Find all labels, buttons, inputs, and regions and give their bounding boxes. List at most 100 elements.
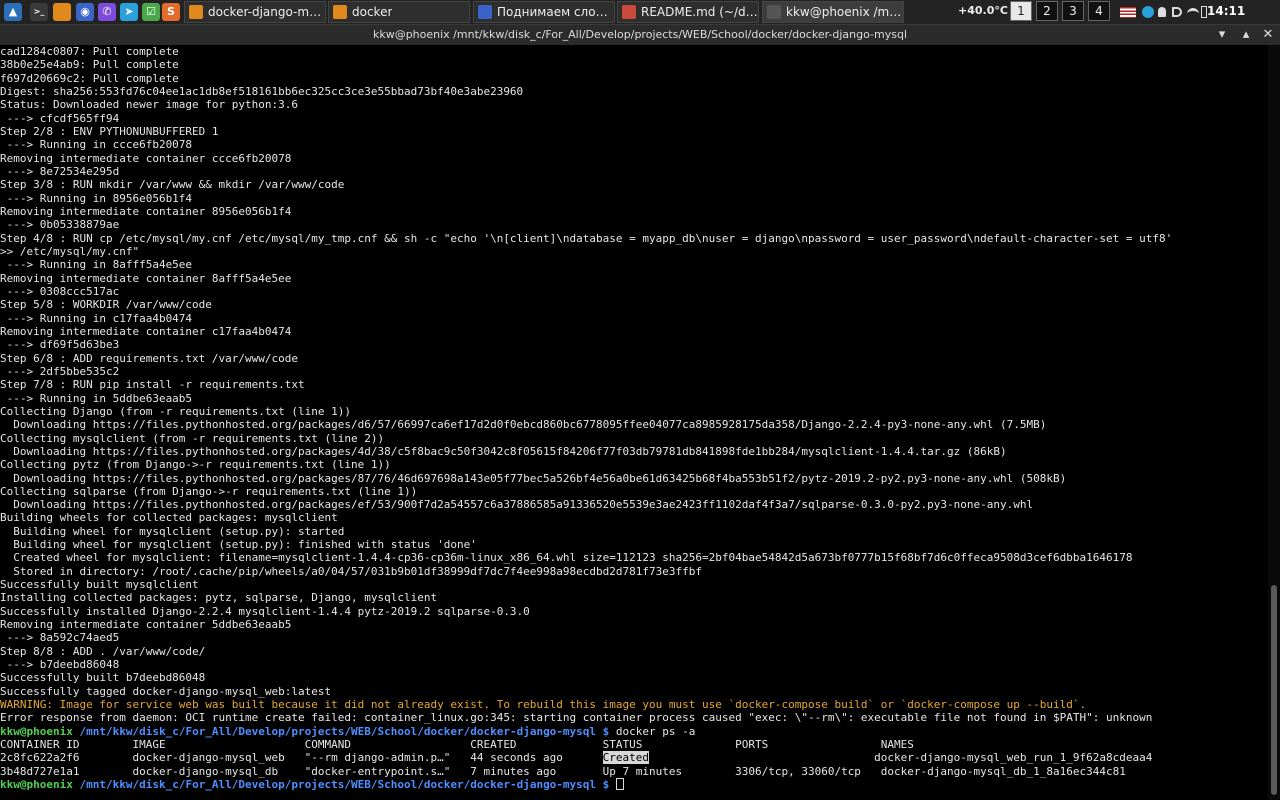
workspace-3[interactable]: 3 [1062,1,1084,21]
prompt-user: kkw@phoenix [0,724,73,738]
workspace-1[interactable]: 1 [1010,1,1032,21]
folder-icon [333,5,347,19]
terminal-output[interactable]: cad1284c0807: Pull complete 38b0e25e4ab9:… [0,45,1268,800]
terminal-line: Step 6/8 : ADD requirements.txt /var/www… [0,352,1268,365]
table-cell-text: docker-django-mysql_web_run_1_9f62a8cdea… [649,751,1153,765]
output-text: ---> cfcdf565ff94 [0,111,120,125]
output-text: ---> 2df5bbe535c2 [0,364,120,378]
output-text: Collecting mysqlclient (from -r requirem… [0,431,385,445]
output-text: Step 6/8 : ADD requirements.txt /var/www… [0,351,299,365]
taskbar-button[interactable]: docker-django-mysql [184,1,326,23]
terminal-line: ---> 2df5bbe535c2 [0,365,1268,378]
terminal-line: Downloading https://files.pythonhosted.o… [0,472,1268,485]
taskbar-button[interactable]: docker [328,1,470,23]
terminal-line: Status: Downloaded newer image for pytho… [0,98,1268,111]
output-text: ---> 0b05338879ae [0,218,120,232]
taskbar-button[interactable]: Поднимаем сложн... [473,1,615,23]
output-text: Downloading https://files.pythonhosted.o… [0,444,1007,458]
taskbar-button-label: docker [352,5,393,19]
terminal-line: ---> Running in ccce6fb20078 [0,138,1268,151]
terminal-line: Step 4/8 : RUN cp /etc/mysql/my.cnf /etc… [0,232,1268,245]
taskbar-button[interactable]: README.md (~/deve... [617,1,759,23]
terminal-line: Removing intermediate container c17faa4b… [0,325,1268,338]
terminal-line: Created wheel for mysqlclient: filename=… [0,551,1268,564]
terminal-line: Step 3/8 : RUN mkdir /var/www && mkdir /… [0,178,1268,191]
output-text: 3b48d727e1a1 docker-django-mysql_db "doc… [0,764,1126,778]
terminal-line: Step 7/8 : RUN pip install -r requiremen… [0,378,1268,391]
output-text: ---> Running in 8afff5a4e5ee [0,258,193,272]
terminal-text: cad1284c0807: Pull complete 38b0e25e4ab9:… [0,45,1268,791]
output-text: Building wheel for mysqlclient (setup.py… [0,538,477,552]
terminal-icon[interactable]: >_ [30,3,48,21]
output-text: Created wheel for mysqlclient: filename=… [0,551,1133,565]
prompt-path: /mnt/kkw/disk_c/For_All/Develop/projects… [79,724,610,738]
us-flag-icon[interactable] [1120,7,1136,18]
taskbar-button[interactable]: kkw@phoenix /mnt/k... [762,1,904,23]
prompt-user: kkw@phoenix [0,778,73,792]
clock[interactable]: 14:11 [1207,4,1245,18]
output-text: Collecting Django (from -r requirements.… [0,404,351,418]
terminal-line: Installing collected packages: pytz, sql… [0,591,1268,604]
output-text: Downloading https://files.pythonhosted.o… [0,498,1034,512]
output-text: 38b0e25e4ab9: Pull complete [0,58,179,72]
output-text: Step 8/8 : ADD . /var/www/code/ [0,644,206,658]
volume-icon[interactable] [1172,7,1182,17]
user-icon[interactable] [1158,7,1166,17]
output-text: cad1284c0807: Pull complete [0,45,179,58]
output-text: Removing intermediate container 5ddbe63e… [0,618,292,632]
shell-prompt-line: kkw@phoenix /mnt/kkw/disk_c/For_All/Deve… [0,725,1268,738]
temperature-indicator: +40.0°C [958,4,1008,17]
scrollbar-thumb[interactable] [1271,585,1277,795]
warning-line: WARNING: Image for service web was built… [0,698,1087,712]
output-text: Removing intermediate container c17faa4b… [0,324,292,338]
output-text: Building wheels for collected packages: … [0,511,338,525]
terminal-cursor [615,778,624,791]
terminal-line: Removing intermediate container ccce6fb2… [0,152,1268,165]
terminal-line: Step 2/8 : ENV PYTHONUNBUFFERED 1 [0,125,1268,138]
output-text: ---> 8a592c74aed5 [0,631,120,645]
output-text: Step 3/8 : RUN mkdir /var/www && mkdir /… [0,178,345,192]
workspace-2[interactable]: 2 [1036,1,1058,21]
terminal-line: Step 8/8 : ADD . /var/www/code/ [0,645,1268,658]
workspace-4[interactable]: 4 [1088,1,1110,21]
output-text: Successfully built mysqlclient [0,578,199,592]
terminal-line: Error response from daemon: OCI runtime … [0,711,1268,724]
close-button[interactable]: ✕ [1260,27,1276,43]
minimize-button[interactable]: ▾ [1214,27,1230,43]
terminal-line: ---> Running in 5ddbe63eaab5 [0,392,1268,405]
wifi-icon[interactable] [1187,8,1199,16]
terminal-scrollbar[interactable] [1268,45,1280,800]
viber-icon[interactable]: ✆ [98,3,116,21]
window-titlebar[interactable]: kkw@phoenix /mnt/kkw/disk_c/For_All/Deve… [0,24,1280,45]
terminal-line: Downloading https://files.pythonhosted.o… [0,418,1268,431]
terminal-line: Collecting mysqlclient (from -r requirem… [0,432,1268,445]
terminal-line: ---> Running in 8afff5a4e5ee [0,258,1268,271]
app-menu-icon[interactable]: ▲ [4,3,22,21]
terminal-line: >> /etc/mysql/my.cnf" [0,245,1268,258]
maximize-button[interactable]: ▴ [1238,27,1254,43]
terminal-line: Collecting Django (from -r requirements.… [0,405,1268,418]
output-text: Step 7/8 : RUN pip install -r requiremen… [0,378,305,392]
terminal-line: ---> 8a592c74aed5 [0,631,1268,644]
terminal-line: cad1284c0807: Pull complete [0,45,1268,58]
skype-icon[interactable] [1142,6,1154,18]
terminal-line: Removing intermediate container 8956e056… [0,205,1268,218]
terminal-line: Digest: sha256:553fd76c04ee1ac1db8ef5181… [0,85,1268,98]
telegram-icon[interactable]: ➤ [120,3,138,21]
terminal-line: Collecting pytz (from Django->-r require… [0,458,1268,471]
folder-icon[interactable] [53,3,71,21]
terminal-line: 38b0e25e4ab9: Pull complete [0,58,1268,71]
terminal-line: Successfully built mysqlclient [0,578,1268,591]
output-text: Collecting pytz (from Django->-r require… [0,458,391,472]
terminal-line: Building wheel for mysqlclient (setup.py… [0,525,1268,538]
sublime-text-icon[interactable]: S [162,3,180,21]
table-cell-text: 2c8fc622a2f6 docker-django-mysql_web "--… [0,751,603,765]
output-text: ---> Running in 8956e056b1f4 [0,191,193,205]
output-text: CONTAINER ID IMAGE COMMAND CREATED STATU… [0,738,914,752]
terminal-line: ---> Running in c17faa4b0474 [0,312,1268,325]
terminal-line: Removing intermediate container 5ddbe63e… [0,618,1268,631]
folder-icon [189,5,203,19]
system-monitor-icon[interactable]: ☑ [142,3,160,21]
browser-icon[interactable]: ◉ [76,3,94,21]
terminal-icon [767,5,781,19]
